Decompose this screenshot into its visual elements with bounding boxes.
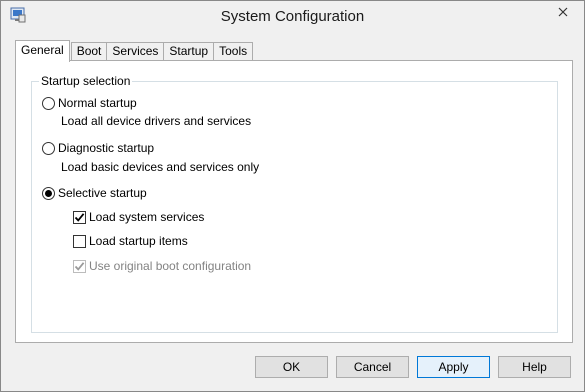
title-bar[interactable]: System Configuration bbox=[1, 1, 584, 33]
window-title: System Configuration bbox=[220, 8, 365, 25]
load-system-services-check-box[interactable] bbox=[73, 210, 86, 224]
checkmark-icon bbox=[74, 212, 85, 222]
tab-strip: General Boot Services Startup Tools bbox=[15, 40, 254, 62]
tab-boot[interactable]: Boot bbox=[70, 42, 108, 61]
normal-startup-radio-circle[interactable] bbox=[42, 96, 55, 110]
apply-button[interactable]: Apply bbox=[417, 356, 490, 378]
selective-startup-radio-circle[interactable] bbox=[42, 186, 55, 200]
load-startup-items-check-box[interactable] bbox=[73, 234, 86, 248]
checkmark-icon bbox=[74, 261, 85, 271]
normal-startup-description: Load all device drivers and services bbox=[61, 114, 252, 128]
startup-selection-group: Startup selection Normal startup Load al… bbox=[31, 74, 558, 333]
cancel-button[interactable]: Cancel bbox=[336, 356, 409, 378]
tab-startup[interactable]: Startup bbox=[163, 42, 215, 61]
use-original-boot-config-check-box bbox=[73, 259, 86, 273]
tab-tools[interactable]: Tools bbox=[213, 42, 254, 61]
load-startup-items-label: Load startup items bbox=[89, 234, 188, 248]
normal-startup-radio[interactable]: Normal startup bbox=[42, 96, 137, 110]
selective-startup-label: Selective startup bbox=[58, 186, 147, 200]
use-original-boot-config-label: Use original boot configuration bbox=[89, 259, 252, 273]
load-system-services-checkbox[interactable]: Load system services bbox=[73, 210, 204, 224]
close-button[interactable] bbox=[548, 2, 578, 23]
close-icon bbox=[558, 6, 568, 20]
tab-general[interactable]: General bbox=[15, 40, 70, 62]
system-configuration-window: System Configuration General Boot Servic… bbox=[0, 0, 585, 392]
load-system-services-label: Load system services bbox=[89, 210, 205, 224]
diagnostic-startup-description: Load basic devices and services only bbox=[61, 160, 260, 174]
help-button[interactable]: Help bbox=[498, 356, 571, 378]
general-tab-panel: Startup selection Normal startup Load al… bbox=[15, 60, 573, 343]
normal-startup-label: Normal startup bbox=[58, 96, 137, 110]
load-startup-items-checkbox[interactable]: Load startup items bbox=[73, 234, 188, 248]
use-original-boot-config-checkbox: Use original boot configuration bbox=[73, 259, 251, 273]
diagnostic-startup-radio-circle[interactable] bbox=[42, 141, 55, 155]
diagnostic-startup-radio[interactable]: Diagnostic startup bbox=[42, 141, 154, 155]
diagnostic-startup-label: Diagnostic startup bbox=[58, 141, 155, 155]
ok-button[interactable]: OK bbox=[255, 356, 328, 378]
selective-startup-radio[interactable]: Selective startup bbox=[42, 186, 147, 200]
startup-selection-label: Startup selection bbox=[39, 74, 133, 88]
tab-services[interactable]: Services bbox=[106, 42, 165, 61]
